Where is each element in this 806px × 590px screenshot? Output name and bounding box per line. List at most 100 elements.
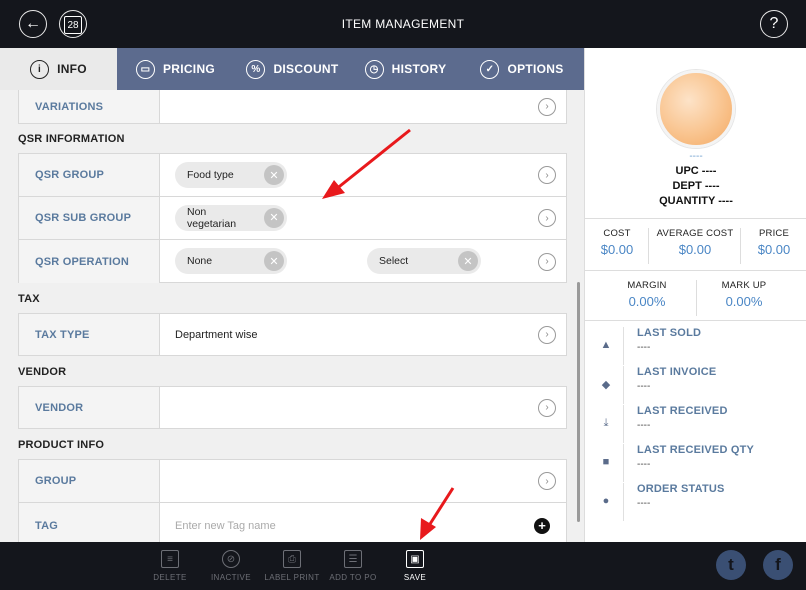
cost-stat: COST $0.00 bbox=[589, 228, 645, 257]
item-image[interactable] bbox=[657, 70, 735, 148]
divider bbox=[585, 320, 806, 321]
markup-value: 0.00% bbox=[725, 294, 763, 309]
average-cost-stat: AVERAGE COST $0.00 bbox=[651, 228, 739, 257]
vendor-row[interactable]: VENDOR › bbox=[19, 387, 566, 428]
tag-input[interactable]: Enter new Tag name bbox=[175, 520, 276, 532]
tag-value: Enter new Tag name bbox=[160, 503, 566, 542]
product-group-row[interactable]: GROUP › bbox=[19, 460, 566, 503]
pricing-icon: ▭ bbox=[135, 59, 155, 79]
qsr-operation-chip-2[interactable]: Select ✕ bbox=[367, 248, 481, 274]
printer-icon: ⎙ bbox=[283, 550, 301, 568]
margin-value: 0.00% bbox=[628, 294, 666, 309]
page-title: ITEM MANAGEMENT bbox=[341, 17, 465, 31]
chevron-right-icon[interactable]: › bbox=[538, 472, 556, 490]
markup-label: MARK UP bbox=[721, 280, 767, 291]
chip-text: Food type bbox=[187, 169, 234, 181]
tab-label: DISCOUNT bbox=[273, 62, 339, 76]
order-status-item: ● ORDER STATUS ---- bbox=[599, 483, 799, 521]
qsr-section-title: QSR INFORMATION bbox=[18, 133, 125, 145]
tax-type-row[interactable]: TAX TYPE Department wise › bbox=[19, 314, 566, 355]
help-icon: ? bbox=[769, 15, 779, 32]
button-label: ADD TO PO bbox=[329, 573, 377, 582]
chevron-right-icon[interactable]: › bbox=[538, 97, 556, 116]
chevron-right-icon[interactable]: › bbox=[538, 166, 556, 184]
tab-pricing[interactable]: ▭ PRICING bbox=[117, 48, 234, 90]
qsr-operation-label: QSR OPERATION bbox=[19, 240, 160, 283]
remove-icon[interactable]: ✕ bbox=[264, 165, 284, 185]
tax-box: TAX TYPE Department wise › bbox=[18, 313, 567, 356]
cost-label: COST bbox=[603, 228, 631, 239]
help-button[interactable]: ? bbox=[760, 10, 788, 38]
tab-options[interactable]: ✓ OPTIONS bbox=[460, 48, 584, 90]
scrollbar[interactable] bbox=[577, 282, 580, 522]
tab-discount[interactable]: % DISCOUNT bbox=[234, 48, 351, 90]
tab-label: INFO bbox=[57, 62, 87, 76]
vendor-box: VENDOR › bbox=[18, 386, 567, 429]
vendor-value bbox=[160, 387, 566, 428]
divider bbox=[623, 327, 624, 365]
price-label: PRICE bbox=[758, 228, 790, 239]
remove-icon[interactable]: ✕ bbox=[264, 251, 284, 271]
stack-icon: ◆ bbox=[601, 378, 611, 391]
inactive-button[interactable]: ⊘ INACTIVE bbox=[200, 550, 262, 582]
quantity-text: QUANTITY ---- bbox=[659, 195, 733, 207]
tab-history[interactable]: ◷ HISTORY bbox=[351, 48, 460, 90]
chevron-right-icon[interactable]: › bbox=[538, 325, 556, 344]
remove-icon[interactable]: ✕ bbox=[264, 208, 284, 228]
history-title: LAST INVOICE bbox=[637, 366, 717, 378]
divider bbox=[740, 228, 741, 264]
product-section-title: PRODUCT INFO bbox=[18, 439, 105, 451]
document-add-icon: ☰ bbox=[344, 550, 362, 568]
chevron-right-icon[interactable]: › bbox=[538, 398, 556, 417]
variations-row[interactable]: VARIATIONS › bbox=[19, 90, 566, 123]
delete-button[interactable]: ≡ DELETE bbox=[139, 550, 201, 582]
last-invoice-item: ◆ LAST INVOICE ---- bbox=[599, 366, 799, 404]
qsr-sub-group-row[interactable]: QSR SUB GROUP Non vegetarian ✕ › bbox=[19, 197, 566, 240]
qsr-sub-group-chip[interactable]: Non vegetarian ✕ bbox=[175, 205, 287, 231]
qsr-operation-chip-1[interactable]: None ✕ bbox=[175, 248, 287, 274]
percent-icon: % bbox=[246, 59, 266, 79]
button-label: LABEL PRINT bbox=[264, 573, 320, 582]
chip-text: Select bbox=[379, 255, 409, 267]
chip-text-line1: Non bbox=[187, 206, 207, 218]
item-summary-panel: ---- UPC ---- DEPT ---- QUANTITY ---- CO… bbox=[584, 48, 806, 542]
label-print-button[interactable]: ⎙ LABEL PRINT bbox=[261, 550, 323, 582]
add-tag-icon[interactable]: + bbox=[534, 517, 550, 534]
divider bbox=[623, 483, 624, 521]
qsr-operation-row[interactable]: QSR OPERATION None ✕ Select ✕ › bbox=[19, 240, 566, 283]
chevron-right-icon[interactable]: › bbox=[538, 209, 556, 227]
tax-type-label: TAX TYPE bbox=[19, 314, 160, 355]
clock-icon: ◷ bbox=[364, 59, 384, 79]
history-title: LAST SOLD bbox=[637, 327, 702, 339]
tag-label: TAG bbox=[19, 503, 160, 542]
top-bar: ← 28 ITEM MANAGEMENT ? bbox=[0, 0, 806, 48]
divider bbox=[648, 228, 649, 264]
markup-stat: MARK UP 0.00% bbox=[697, 280, 791, 309]
last-received-item: ⤓ LAST RECEIVED ---- bbox=[599, 405, 799, 443]
history-value: ---- bbox=[637, 342, 651, 353]
tab-label: PRICING bbox=[162, 62, 216, 76]
tax-type-value: Department wise bbox=[175, 328, 258, 341]
check-icon: ✓ bbox=[480, 59, 500, 79]
info-icon: i bbox=[30, 59, 50, 79]
twitter-icon: t bbox=[728, 555, 734, 574]
chevron-right-icon[interactable]: › bbox=[538, 252, 556, 271]
save-button[interactable]: ▣ SAVE bbox=[384, 550, 446, 582]
variations-box: VARIATIONS › bbox=[18, 90, 567, 124]
remove-icon[interactable]: ✕ bbox=[458, 251, 478, 271]
margin-stat: MARGIN 0.00% bbox=[599, 280, 695, 309]
add-to-po-button[interactable]: ☰ ADD TO PO bbox=[322, 550, 384, 582]
button-label: INACTIVE bbox=[210, 573, 252, 582]
tab-bar: i INFO ▭ PRICING % DISCOUNT ◷ HISTORY ✓ … bbox=[0, 48, 584, 90]
product-group-label: GROUP bbox=[19, 460, 160, 502]
average-cost-value: $0.00 bbox=[678, 242, 712, 257]
twitter-button[interactable]: t bbox=[716, 550, 746, 580]
qsr-group-row[interactable]: QSR GROUP Food type ✕ › bbox=[19, 154, 566, 197]
tab-info[interactable]: i INFO bbox=[0, 48, 117, 90]
variations-label: VARIATIONS bbox=[19, 90, 160, 123]
variations-value: › bbox=[160, 90, 566, 123]
facebook-button[interactable]: f bbox=[763, 550, 793, 580]
floppy-disk-icon: ▣ bbox=[406, 550, 424, 568]
upc-text: UPC ---- bbox=[675, 165, 717, 177]
qsr-group-chip[interactable]: Food type ✕ bbox=[175, 162, 287, 188]
